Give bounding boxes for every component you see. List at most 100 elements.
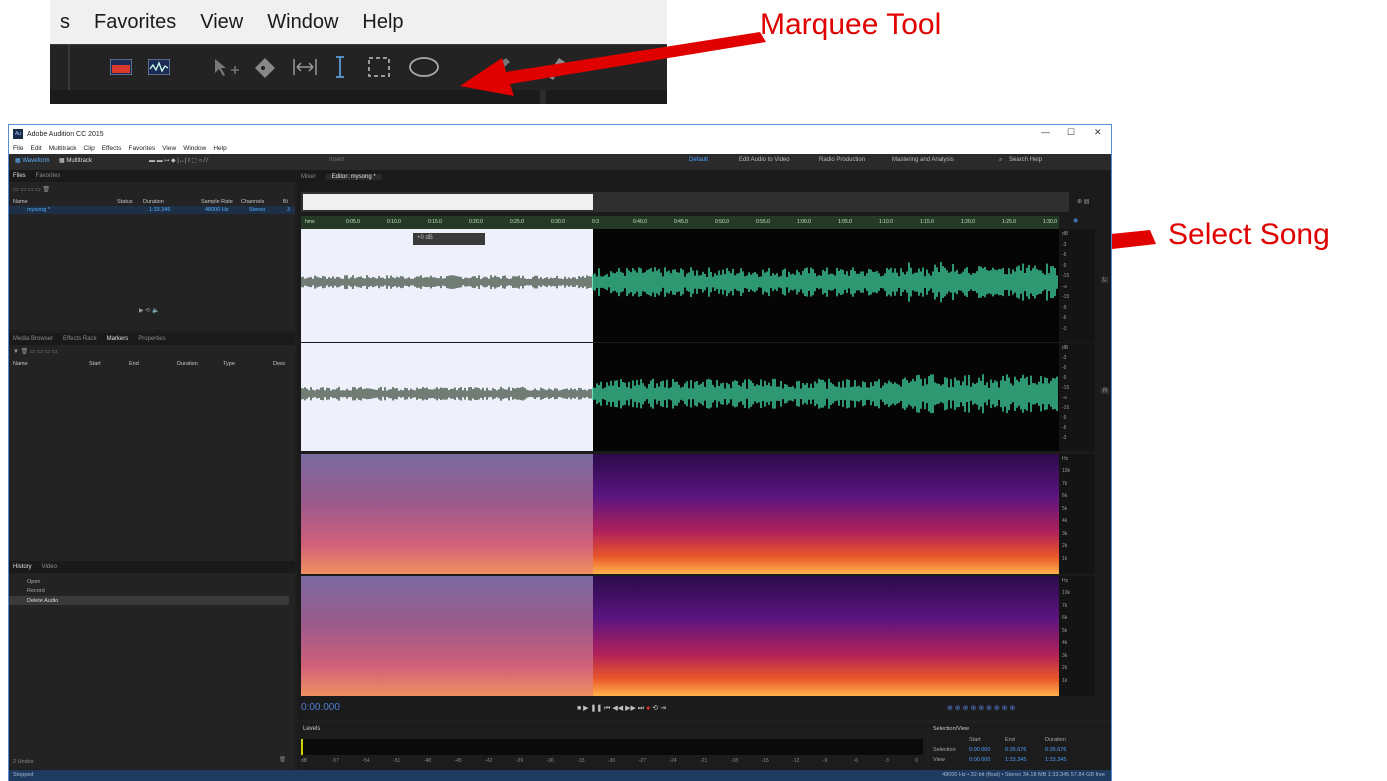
razor-tool-icon[interactable] [250,53,280,81]
sv-view-label: View [933,757,945,763]
trash-icon[interactable]: 🗑 [279,757,286,763]
minimize-icon[interactable]: — [1041,127,1050,137]
timeline-tick: 1:25.0 [1002,219,1016,225]
menu-window[interactable]: Window [183,145,206,152]
hz-scale-left: Hz 10k 7k 6k 5k 4k 3k 2k 1k [1059,454,1095,574]
sv-selection-end[interactable]: 0:35.676 [1005,747,1026,753]
workspace-edit-audio-video[interactable]: Edit Audio to Video [739,157,790,163]
spectrogram-selection [301,454,593,574]
move-tool-icon[interactable] [210,53,240,81]
waveform-view-icon[interactable] [108,53,134,81]
slip-tool-icon[interactable] [290,53,320,81]
level-scale-label: -6 [853,758,859,764]
menu-window[interactable]: Window [267,11,338,34]
waveform-right-channel[interactable] [301,343,1059,451]
tool-icons[interactable]: ▬ ▬ ↦ ◆ |↔| I ⬚ ○ ⁄ ⁄ [149,157,208,164]
status-bar: Stopped 48000 Hz • 32-bit (float) • Ster… [9,770,1111,781]
files-toolbar-icons[interactable]: ▭ ▭ ▭ ▭ 🗑 [13,186,50,193]
preview-controls[interactable]: ▶ ⟲ 🔈 [139,307,159,314]
scale-label: 2k [1062,543,1068,550]
level-scale-label: -39 [515,758,524,764]
history-current-row[interactable]: Delete Audio [9,596,289,605]
select-song-callout: Select Song [1168,218,1330,251]
menu-effects[interactable]: Effects [102,145,122,152]
sv-view-end[interactable]: 1:33.345 [1005,757,1026,763]
col-duration: Duration [143,199,164,205]
tab-markers[interactable]: Markers [107,336,129,342]
spectrogram-left[interactable] [301,454,1059,574]
menu-edit[interactable]: Edit [30,145,41,152]
workspace-radio[interactable]: Radio Production [819,157,865,163]
lasso-tool-icon[interactable] [404,53,444,81]
workspace-mastering[interactable]: Mastering and Analysis [892,157,954,163]
menu-s[interactable]: s [60,11,70,34]
tab-media-browser[interactable]: Media Browser [13,336,53,342]
timeline-ruler[interactable]: hms 0:05.0 0:10.0 0:15.0 0:20.0 0:25.0 0:30.0 0… [301,216,1059,229]
close-icon[interactable]: ✕ [1094,127,1102,138]
history-open[interactable]: Open [27,579,40,585]
marquee-tool-icon[interactable] [364,53,394,81]
tab-properties[interactable]: Properties [138,336,165,342]
file-row[interactable]: mysong * 1:33.345 48000 Hz Stereo 3 [9,206,295,214]
overview-bar[interactable] [301,192,1069,212]
maximize-icon[interactable]: ☐ [1067,127,1075,138]
marquee-arrow [460,32,766,96]
sv-selection-duration[interactable]: 0:35.676 [1045,747,1066,753]
marker-toolbar-icons[interactable]: ▼ 🗑 ▭ ▭ ▭ ▭ [13,348,58,355]
menu-favorites[interactable]: Favorites [128,145,155,152]
tab-effects-rack[interactable]: Effects Rack [63,336,97,342]
zoom-controls[interactable]: ⊕ ⊕ ⊕ ⊕ ⊕ ⊕ ⊕ ⊕ ⊕ [947,704,1015,712]
timeline-tick: 0:10.0 [387,219,401,225]
scale-label: -9 [1062,375,1067,381]
channel-r-label[interactable]: R [1101,388,1110,394]
selection-view-panel: Selection/View Start End Duration Select… [929,723,1111,770]
hud-volume[interactable]: +0 dB [413,233,485,245]
level-scale-label: -48 [423,758,432,764]
scale-label: -3 [1062,325,1067,332]
file-bits: 3 [287,207,291,213]
menu-clip[interactable]: Clip [84,145,95,152]
menu-multitrack[interactable]: Multitrack [49,145,77,152]
spectral-view-icon[interactable] [146,53,172,81]
time-selection-tool-icon[interactable] [328,53,352,81]
tab-editor[interactable]: Editor: mysong * [325,173,382,180]
transport-controls[interactable]: ■ ▶ ❚❚ ⏮ ◀◀ ▶▶ ⏭ ● ⟲ ⇥ [577,704,666,713]
menu-view[interactable]: View [162,145,176,152]
waveform-button[interactable]: ▦ Waveform [15,157,49,164]
tab-favorites[interactable]: Favorites [36,173,61,179]
timeline-settings-icon[interactable]: ◉ [1073,217,1078,224]
zoom-icons[interactable]: ⊕ ▤ [1077,198,1089,205]
menu-file[interactable]: File [13,145,23,152]
search-help[interactable]: Search Help [1009,157,1042,163]
channel-l-label[interactable]: L [1101,277,1109,283]
status-left: Stopped [13,772,34,778]
scale-label: -6 [1062,365,1067,371]
menu-view[interactable]: View [200,11,243,34]
workspace-default[interactable]: Default [689,157,708,163]
scale-label: 4k [1062,518,1068,525]
timeline-tick: 0:05.0 [346,219,360,225]
spectrogram-right[interactable] [301,576,1059,696]
tab-mixer[interactable]: Mixer [301,174,316,180]
menu-help[interactable]: Help [362,11,403,34]
menu-favorites[interactable]: Favorites [94,11,176,34]
tab-files[interactable]: Files [13,173,26,179]
multitrack-button[interactable]: ▦ Multitrack [59,157,92,164]
waveform-left-channel[interactable]: +0 dB [301,229,1059,342]
search-icon[interactable]: ⌕ [999,157,1002,164]
undo-count: 2 Undos [13,759,34,765]
level-scale-label: -9 [822,758,828,764]
history-record[interactable]: Record [27,588,45,594]
transport-bar: 0:00.000 ■ ▶ ❚❚ ⏮ ◀◀ ▶▶ ⏭ ● ⟲ ⇥ ⊕ ⊕ ⊕ ⊕ … [297,698,1111,718]
level-scale-label: -51 [393,758,401,764]
level-meter [301,739,923,755]
timeline-tick: 0:40.0 [633,219,647,225]
tab-video[interactable]: Video [42,564,57,570]
sv-view-start[interactable]: 0:00.000 [969,757,990,763]
menu-help[interactable]: Help [213,145,226,152]
overview-view-range[interactable] [303,194,593,210]
db-scale-left: dB -3 -6 -9 -15 -∞ -15 -9 -6 -3 [1059,229,1095,342]
tab-history[interactable]: History [13,564,32,570]
sv-selection-start[interactable]: 0:00.000 [969,747,990,753]
sv-view-duration[interactable]: 1:33.345 [1045,757,1066,763]
